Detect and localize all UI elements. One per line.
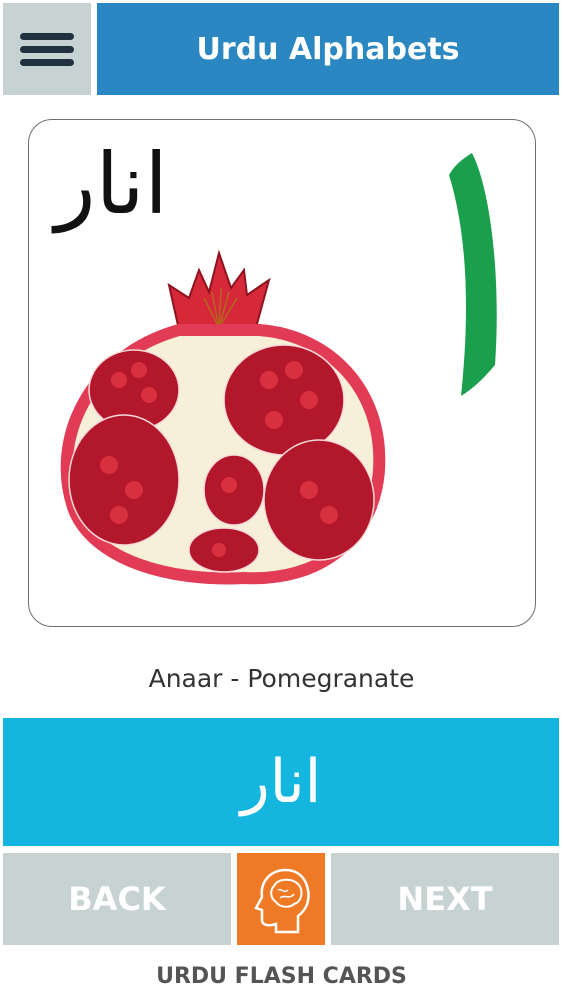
urdu-word-text: انار (240, 747, 322, 817)
brain-head-icon (254, 868, 310, 934)
next-button[interactable]: NEXT (331, 853, 559, 945)
quiz-button[interactable] (237, 853, 325, 945)
flash-card: انار (28, 119, 536, 627)
menu-button[interactable] (3, 3, 91, 95)
pomegranate-illustration (60, 249, 386, 585)
word-caption: Anaar - Pomegranate (148, 664, 415, 693)
next-label: NEXT (397, 880, 493, 918)
page-title: Urdu Alphabets (196, 31, 460, 67)
app-footer: URDU FLASH CARDS (156, 964, 407, 989)
back-label: BACK (68, 880, 166, 918)
title-bar: Urdu Alphabets (97, 3, 559, 95)
back-button[interactable]: BACK (3, 853, 231, 945)
hamburger-menu-icon (20, 27, 74, 72)
urdu-word-banner[interactable]: انار (3, 718, 559, 846)
